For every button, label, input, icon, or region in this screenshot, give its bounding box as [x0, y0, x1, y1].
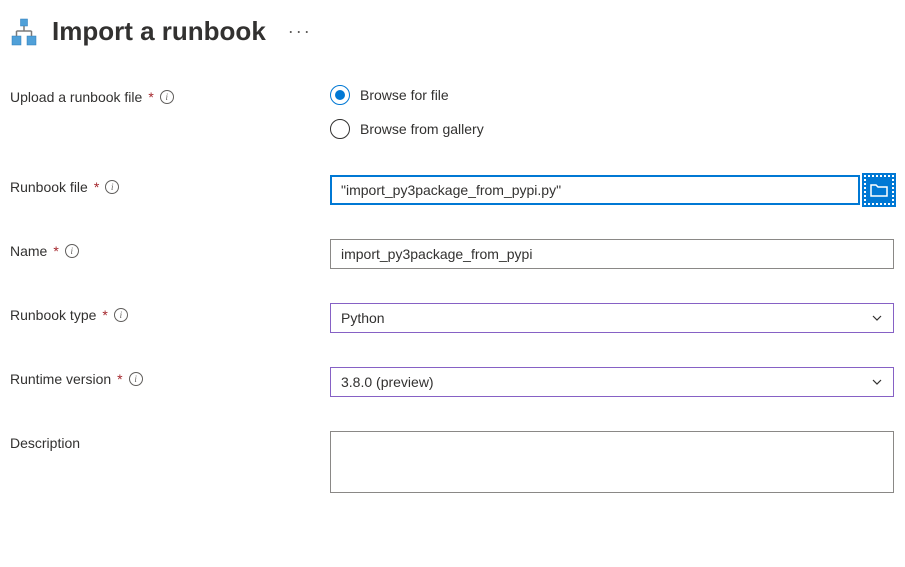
- more-menu-icon[interactable]: ···: [288, 21, 312, 42]
- label-group: Upload a runbook file * i: [10, 85, 330, 105]
- required-indicator: *: [102, 307, 107, 323]
- radio-label: Browse from gallery: [360, 121, 484, 137]
- runbook-icon: [10, 18, 38, 46]
- name-label: Name: [10, 243, 47, 259]
- field-row-runtime-version: Runtime version * i 3.8.0 (preview): [10, 367, 895, 397]
- folder-icon: [870, 183, 888, 197]
- control-group: [330, 431, 894, 496]
- info-icon[interactable]: i: [65, 244, 79, 258]
- page-title: Import a runbook: [52, 16, 266, 47]
- control-group: [330, 239, 894, 269]
- label-group: Runtime version * i: [10, 367, 330, 387]
- field-row-runbook-file: Runbook file * i: [10, 175, 895, 205]
- chevron-down-icon: [871, 312, 883, 324]
- field-row-name: Name * i: [10, 239, 895, 269]
- control-group: Python: [330, 303, 894, 333]
- radio-browse-gallery[interactable]: Browse from gallery: [330, 119, 894, 139]
- runtime-version-label: Runtime version: [10, 371, 111, 387]
- file-input-wrap: [330, 175, 894, 205]
- upload-radio-group: Browse for file Browse from gallery: [330, 85, 894, 139]
- chevron-down-icon: [871, 376, 883, 388]
- select-value: 3.8.0 (preview): [341, 374, 434, 390]
- label-group: Description: [10, 431, 330, 451]
- field-row-runbook-type: Runbook type * i Python: [10, 303, 895, 333]
- required-indicator: *: [94, 179, 99, 195]
- description-textarea[interactable]: [330, 431, 894, 493]
- page-header: Import a runbook ···: [10, 10, 895, 47]
- control-group: Browse for file Browse from gallery: [330, 85, 894, 139]
- control-group: 3.8.0 (preview): [330, 367, 894, 397]
- info-icon[interactable]: i: [114, 308, 128, 322]
- field-row-description: Description: [10, 431, 895, 496]
- radio-indicator: [330, 119, 350, 139]
- runbook-type-select[interactable]: Python: [330, 303, 894, 333]
- info-icon[interactable]: i: [105, 180, 119, 194]
- label-group: Name * i: [10, 239, 330, 259]
- required-indicator: *: [117, 371, 122, 387]
- runbook-file-input[interactable]: [330, 175, 860, 205]
- required-indicator: *: [53, 243, 58, 259]
- description-label: Description: [10, 435, 80, 451]
- name-input[interactable]: [330, 239, 894, 269]
- required-indicator: *: [148, 89, 153, 105]
- radio-label: Browse for file: [360, 87, 449, 103]
- info-icon[interactable]: i: [160, 90, 174, 104]
- label-group: Runbook file * i: [10, 175, 330, 195]
- control-group: [330, 175, 894, 205]
- radio-browse-file[interactable]: Browse for file: [330, 85, 894, 105]
- label-group: Runbook type * i: [10, 303, 330, 323]
- info-icon[interactable]: i: [129, 372, 143, 386]
- runbook-type-label: Runbook type: [10, 307, 96, 323]
- select-value: Python: [341, 310, 385, 326]
- radio-indicator: [330, 85, 350, 105]
- runbook-file-label: Runbook file: [10, 179, 88, 195]
- browse-file-button[interactable]: [864, 175, 894, 205]
- runtime-version-select[interactable]: 3.8.0 (preview): [330, 367, 894, 397]
- field-row-upload: Upload a runbook file * i Browse for fil…: [10, 85, 895, 139]
- upload-label: Upload a runbook file: [10, 89, 142, 105]
